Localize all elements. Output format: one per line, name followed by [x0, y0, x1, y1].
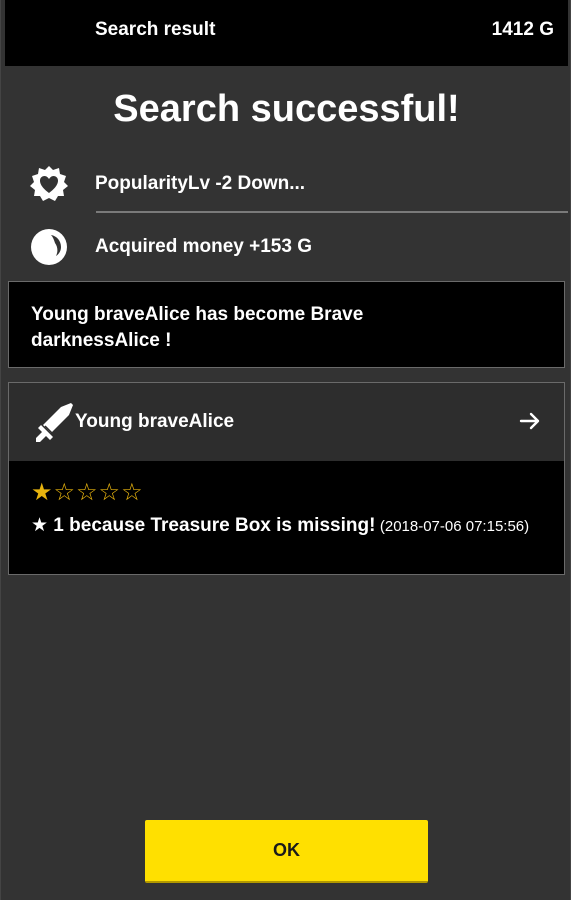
star-empty-icon: ☆ [121, 479, 143, 506]
popularity-label: PopularityLv -2 Down... [95, 173, 306, 194]
review-date: (2018-07-06 07:15:56) [379, 518, 530, 535]
top-bar: Search result 1412 G [5, 0, 568, 66]
star-empty-icon: ☆ [98, 479, 121, 506]
star-empty-icon: ☆ [76, 479, 98, 506]
arrow-right-icon[interactable] [514, 405, 546, 437]
screen-title: Search result [95, 19, 216, 40]
character-header[interactable]: Young braveAlice [9, 383, 564, 461]
review: ★ 1 because Treasure Box is missing! (20… [31, 514, 551, 539]
character-name: Young braveAlice [75, 411, 235, 432]
message-line-2: darknessAlice ! [31, 330, 172, 351]
coin-icon [29, 227, 69, 267]
evolution-message: Young braveAlice has become Brave darkne… [8, 281, 565, 368]
review-text: ★ 1 because Treasure Box is missing! [31, 515, 376, 536]
headline: Search successful! [113, 88, 460, 130]
sword-icon [31, 399, 77, 445]
search-result-screen: Search result 1412 G Search successful! … [0, 0, 571, 900]
star-empty-icon: ☆ [53, 479, 76, 506]
character-card: Young braveAlice ★ ☆ ☆ ☆ ☆ ★ 1 because Treas… [8, 382, 565, 575]
money-label: Acquired money +153 G [95, 236, 312, 257]
divider [96, 211, 568, 213]
heart-badge-icon [29, 164, 69, 204]
money-balance: 1412 G [491, 19, 554, 40]
star-filled-icon: ★ [31, 479, 53, 506]
message-line-1: Young braveAlice has become Brave [31, 304, 364, 325]
popularity-result: PopularityLv -2 Down... [29, 162, 305, 206]
star-rating: ★ ☆ ☆ ☆ ☆ [31, 481, 144, 505]
money-result: Acquired money +153 G [29, 225, 312, 269]
ok-button[interactable]: OK [145, 820, 428, 883]
